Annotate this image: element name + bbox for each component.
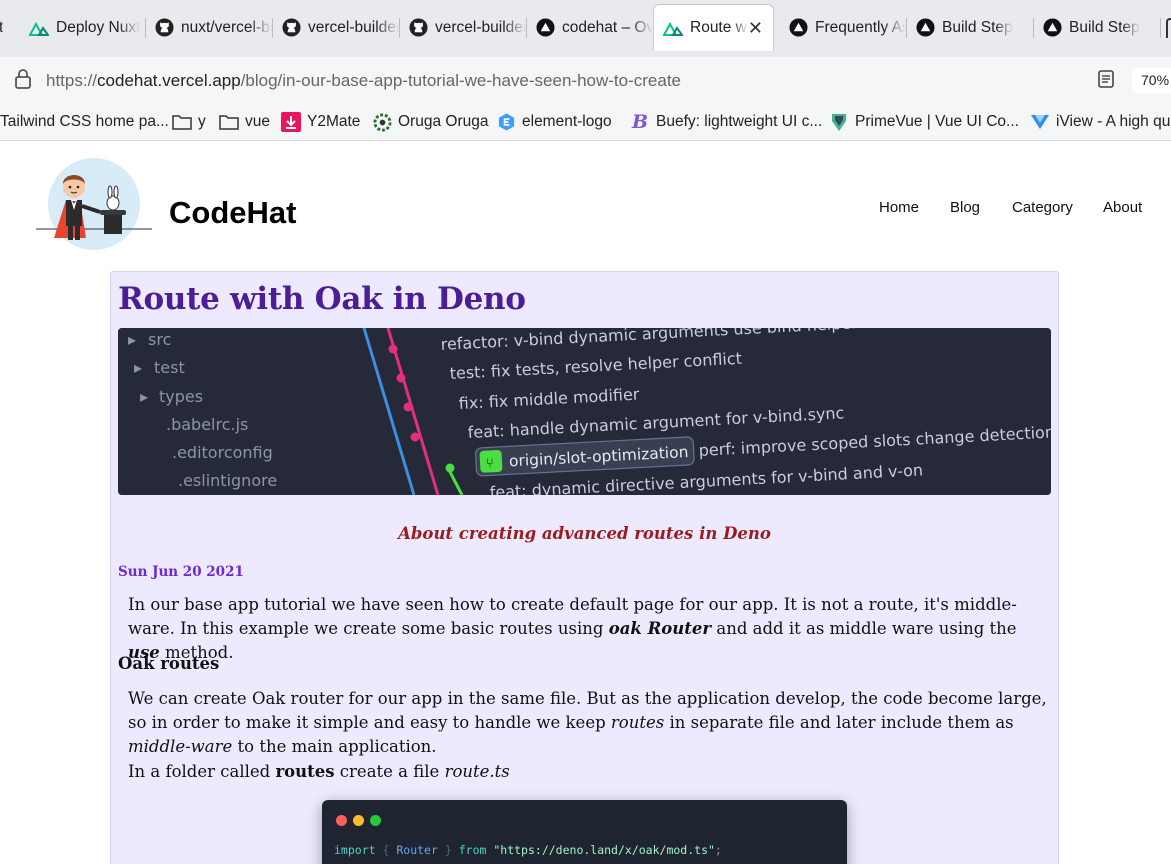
tab-nuxt-vercel-builder[interactable]: nuxt/vercel-builder (145, 5, 272, 50)
github-icon (408, 18, 428, 38)
nav-home[interactable]: Home (879, 199, 919, 216)
post-subtitle: About creating advanced routes in Deno (398, 524, 771, 543)
github-icon (281, 18, 301, 38)
tab-frequently-asked[interactable]: Frequently Asked (779, 5, 906, 50)
bookmark-label: y (198, 113, 206, 130)
oak-routes-paragraph: We can create Oak router for our app in … (128, 689, 1047, 756)
svg-text:▸: ▸ (128, 330, 136, 349)
hero-tree-item: types (159, 387, 203, 406)
hero-tree-item: .babelrc.js (166, 415, 248, 434)
svg-text:▸: ▸ (134, 358, 142, 377)
tab-route-with-oak[interactable]: Route with Oak ✕ (653, 4, 774, 51)
bookmark-label: vue (245, 113, 270, 130)
site-logo[interactable] (36, 154, 152, 250)
bookmark-iview[interactable]: iView - A high qu (1030, 103, 1170, 141)
download-icon (281, 112, 301, 132)
nav-category[interactable]: Category (1012, 199, 1073, 216)
bookmark-buefy[interactable]: B Buefy: lightweight UI c... (630, 103, 822, 141)
bookmark-label: Tailwind CSS home pa... (0, 113, 169, 130)
bookmark-y2mate[interactable]: Y2Mate (281, 103, 360, 141)
zoom-indicator[interactable]: 70% (1132, 68, 1171, 93)
lock-icon[interactable] (13, 68, 33, 95)
hero-tree-item: test (154, 358, 185, 377)
tab-label: vercel-builder (308, 18, 399, 36)
nav-about[interactable]: About (1103, 199, 1142, 216)
tab-label: Build Step (942, 18, 1013, 36)
nuxt-icon (663, 18, 683, 38)
element-icon (496, 112, 516, 132)
hero-tree-item: .editorconfig (172, 443, 273, 462)
vercel-icon (535, 18, 555, 38)
code-line-import: import { Router } from "https://deno.lan… (334, 843, 722, 857)
site-name[interactable]: CodeHat (169, 195, 296, 231)
tab-overflow-edge (1166, 18, 1171, 38)
routes-folder-paragraph: In a folder called routes create a file … (128, 762, 510, 781)
tab-vercel-builder-1[interactable]: vercel-builder (272, 5, 399, 50)
folder-icon (172, 112, 192, 132)
tab-codehat-overview[interactable]: codehat – Overview (526, 5, 653, 50)
tab-label: Route with Oak (690, 19, 748, 36)
tab-label: vercel-builder (435, 18, 526, 36)
tab-partial[interactable]: t (0, 5, 20, 50)
bookmark-folder-vue[interactable]: vue (219, 103, 270, 141)
tab-build-step-1[interactable]: Build Step (906, 5, 1033, 50)
reader-mode-icon[interactable] (1097, 69, 1115, 94)
bookmarks-bar: Tailwind CSS home pa... y vue Y2Mate Oru… (0, 103, 1171, 141)
address-bar: https://codehat.vercel.app/blog/in-our-b… (0, 57, 1171, 103)
bookmark-label: Y2Mate (307, 113, 361, 130)
tab-label: Frequently Asked (815, 18, 906, 36)
hero-tree-item: .eslintignore (178, 471, 277, 490)
tab-label: Deploy Nuxt (56, 18, 141, 36)
hero-tree-item: src (148, 330, 171, 349)
tab-strip: t Deploy Nuxt nuxt/vercel-builder vercel… (0, 0, 1171, 57)
tab-label: t (0, 18, 4, 36)
nav-blog[interactable]: Blog (950, 199, 980, 216)
iview-icon (1030, 112, 1050, 132)
tab-vercel-builder-2[interactable]: vercel-builder (399, 5, 526, 50)
bookmark-element[interactable]: element-logo (496, 103, 612, 141)
vercel-icon (915, 18, 935, 38)
bookmark-label: iView - A high qu (1056, 113, 1171, 130)
code-block: import { Router } from "https://deno.lan… (322, 800, 847, 864)
tab-deploy-nuxt[interactable]: Deploy Nuxt (20, 5, 145, 50)
svg-text:▸: ▸ (140, 387, 148, 406)
post-title: Route with Oak in Deno (118, 281, 526, 317)
folder-icon (219, 112, 239, 132)
bookmark-folder-y[interactable]: y (172, 103, 206, 141)
bookmark-primevue[interactable]: PrimeVue | Vue UI Co... (829, 103, 1019, 141)
tab-build-step-2[interactable]: Build Step (1033, 5, 1160, 50)
tab-label: codehat – Overview (562, 18, 653, 36)
url-path: /blog/in-our-base-app-tutorial-we-have-s… (240, 71, 682, 90)
tab-label: Build Step (1069, 18, 1140, 36)
github-icon (154, 18, 174, 38)
section-heading-oak-routes: Oak routes (118, 654, 220, 673)
close-tab-icon[interactable]: ✕ (748, 18, 763, 39)
bookmark-label: PrimeVue | Vue UI Co... (855, 113, 1019, 130)
buefy-icon: B (631, 111, 649, 133)
intro-paragraph: In our base app tutorial we have seen ho… (128, 595, 1017, 662)
bookmark-label: Oruga Oruga (398, 113, 489, 130)
svg-text:⑂: ⑂ (486, 456, 495, 471)
primevue-icon (829, 112, 849, 132)
vercel-icon (1042, 18, 1062, 38)
url-host: codehat.vercel.app (97, 71, 241, 90)
oruga-icon (372, 112, 392, 132)
window-maximize-dot (370, 815, 381, 826)
nuxt-icon (29, 18, 49, 38)
post-hero-image: ▸ src ▸ test ▸ types .babelrc.js .editorcon… (118, 328, 1051, 495)
bookmark-label: Buefy: lightweight UI c... (656, 113, 823, 130)
vercel-icon (788, 18, 808, 38)
url-field[interactable]: https://codehat.vercel.app/blog/in-our-b… (46, 71, 681, 91)
tab-label: nuxt/vercel-builder (181, 18, 272, 36)
bookmark-tailwind[interactable]: Tailwind CSS home pa... (0, 103, 169, 141)
bookmark-oruga[interactable]: Oruga Oruga (372, 103, 488, 141)
url-scheme: https:// (46, 71, 98, 90)
window-minimize-dot (353, 815, 364, 826)
bookmark-label: element-logo (522, 113, 612, 130)
post-date: Sun Jun 20 2021 (118, 564, 244, 580)
window-close-dot (336, 815, 347, 826)
